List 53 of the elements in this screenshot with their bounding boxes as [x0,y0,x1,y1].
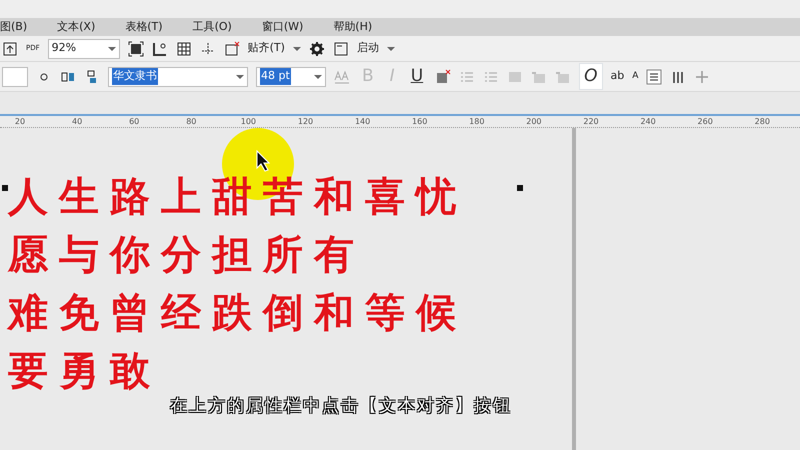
menu-item[interactable]: 工具(O) [192,18,232,36]
settings-icon[interactable] [308,40,325,56]
ruler-label: 140 [354,116,370,128]
caret-icon [236,74,244,78]
ruler-label: 240 [640,116,656,128]
menu-item[interactable]: 文本(X) [57,18,96,36]
ruler-label: 280 [754,116,770,128]
menu-item[interactable]: 表格(T) [125,18,163,36]
ruler-label: 20 [14,116,26,128]
delete-shape-icon[interactable] [224,40,240,56]
text-align-icon[interactable] [646,68,662,84]
selection-handle[interactable] [2,185,8,191]
caret-icon [386,46,395,50]
window-icon[interactable] [332,40,349,56]
launch-dropdown[interactable]: 启动 [356,40,395,57]
menu-item[interactable]: 图(B) [0,18,28,36]
text-field[interactable] [2,66,28,86]
ruler-label: 80 [186,116,196,128]
full-screen-icon[interactable] [128,40,144,56]
caret-icon [314,74,322,78]
ruler-label: 200 [526,116,542,128]
font-combo[interactable]: 华文隶书 [108,66,248,86]
text-line: 人生路上甜苦和喜忧 [8,174,467,220]
size-combo[interactable]: 48 pt [256,66,326,86]
zoom-combo[interactable]: 92% [48,38,120,58]
underline-button[interactable]: U [406,64,428,90]
ruler-label: 100 [240,116,256,128]
text-line: 难免曾经跌倒和等候 [8,290,467,336]
guideline-icon[interactable] [200,40,216,56]
outline-button[interactable]: O [579,62,603,90]
character-label[interactable]: A [632,70,638,84]
menu-item[interactable]: 窗口(W) [262,18,304,36]
selection-handle[interactable] [517,185,523,191]
snap-dropdown[interactable]: 贴齐(T) [248,40,301,57]
ruler-icon[interactable] [152,40,168,56]
text-frame-label[interactable]: ab [610,68,624,85]
ruler-label: 160 [412,116,428,128]
caret-icon [292,46,301,50]
text-line: 愿与你分担所有 [8,232,365,278]
caret-icon [108,46,116,50]
ruler-label: 60 [129,116,140,128]
ruler-label: 40 [72,116,82,128]
menu-item[interactable]: 帮助(H) [333,18,372,36]
grid-icon[interactable] [176,40,192,56]
subtitle-caption: 在上方的属性栏中点击【文本对齐】按钮 [170,394,512,418]
ruler-label: 220 [583,116,599,128]
export-icon[interactable] [2,40,18,56]
text-line: 要勇敢 [8,348,161,394]
ruler-label: 260 [698,116,713,128]
mouse-pointer-icon [256,150,270,172]
clear-format-icon[interactable] [435,68,452,84]
ruler-label: 120 [298,116,314,128]
ruler-label: 180 [469,116,484,128]
